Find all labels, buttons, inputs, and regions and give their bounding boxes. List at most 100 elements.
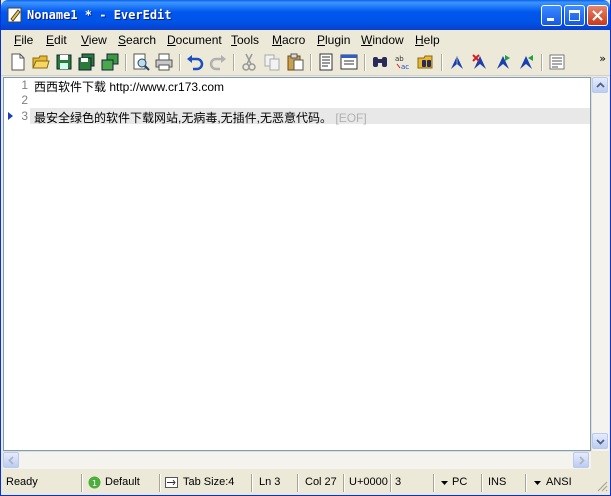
menu-document[interactable]: Document <box>167 33 222 47</box>
svg-text:ab: ab <box>395 55 404 63</box>
menu-plugin[interactable]: Plugin <box>317 33 350 47</box>
cut-icon[interactable] <box>240 53 258 71</box>
toolbar-separator <box>541 54 543 71</box>
toolbar-separator <box>364 54 366 71</box>
chevron-up-icon <box>596 82 605 88</box>
replace-icon[interactable]: abac <box>394 53 412 71</box>
menu-bar: File Edit View Search Document Tools Mac… <box>1 30 610 50</box>
syntax-icon: 1 <box>88 476 101 489</box>
maximize-icon <box>569 10 580 21</box>
text-editor[interactable]: 1 2 3 西西软件下载 http://www.cr173.com 最安全绿色的… <box>3 77 591 451</box>
svg-text:1: 1 <box>92 479 97 488</box>
menu-search[interactable]: Search <box>118 33 156 47</box>
save-icon[interactable] <box>55 53 73 71</box>
tab-icon <box>165 477 178 488</box>
find-icon[interactable] <box>371 53 389 71</box>
print-icon[interactable] <box>155 53 173 71</box>
status-divider <box>343 474 345 492</box>
undo-icon[interactable] <box>186 53 204 71</box>
chevron-left-icon <box>8 456 14 465</box>
menu-help[interactable]: Help <box>415 33 440 47</box>
status-divider <box>297 474 299 492</box>
status-encoding[interactable]: ANSI <box>546 475 572 491</box>
document-icon[interactable] <box>317 53 335 71</box>
menu-macro[interactable]: Macro <box>272 33 305 47</box>
menu-window[interactable]: Window <box>361 33 404 47</box>
menu-view[interactable]: View <box>81 33 107 47</box>
status-divider <box>159 474 161 492</box>
encoding-dropdown-icon <box>534 481 541 485</box>
line-ending-dropdown-icon <box>441 481 448 485</box>
status-line-ending[interactable]: PC <box>452 475 467 491</box>
bookmark-next-icon[interactable] <box>494 53 512 71</box>
minimize-button[interactable] <box>541 5 562 26</box>
status-syntax[interactable]: Default <box>105 475 140 491</box>
chevron-down-icon <box>596 439 605 445</box>
app-window: Noname1 * - EverEdit File Edit View Sear… <box>0 0 611 496</box>
paste-icon[interactable] <box>286 53 304 71</box>
line-number: 2 <box>21 93 28 107</box>
editor-line: 西西软件下载 http://www.cr173.com <box>34 80 225 94</box>
scrollbar-corner <box>591 451 608 468</box>
close-button[interactable] <box>587 5 608 26</box>
redo-icon[interactable] <box>209 53 227 71</box>
status-ready: Ready <box>6 476 38 488</box>
line-number: 3 <box>21 109 28 123</box>
bookmark-prev-icon[interactable] <box>517 53 535 71</box>
app-icon <box>7 7 22 23</box>
status-divider <box>433 474 435 492</box>
new-file-icon[interactable] <box>9 53 27 71</box>
toolbar: ab ac » <box>1 50 610 76</box>
title-bar[interactable]: Noname1 * - EverEdit <box>1 0 610 30</box>
maximize-button[interactable] <box>564 5 585 26</box>
bookmark-clear-icon[interactable] <box>471 53 489 71</box>
toolbar-separator <box>125 54 127 71</box>
bookmark-toggle-icon[interactable] <box>448 53 466 71</box>
scroll-left-button[interactable] <box>3 452 19 468</box>
print-preview-icon[interactable] <box>132 53 150 71</box>
svg-text:ac: ac <box>401 63 409 71</box>
close-icon <box>592 10 603 21</box>
chevron-right-icon <box>579 456 585 465</box>
editor-line-text: 最安全绿色的软件下载网站,无病毒,无插件,无恶意代码。 <box>34 111 333 125</box>
scroll-right-button[interactable] <box>573 452 589 468</box>
size-grip-icon[interactable] <box>596 480 608 492</box>
status-divider <box>525 474 527 492</box>
scroll-down-button[interactable] <box>592 433 608 449</box>
save-all-icon[interactable] <box>78 53 96 71</box>
status-column: Col 27 <box>305 476 337 488</box>
eof-marker: [EOF] <box>335 111 367 125</box>
copy-icon[interactable] <box>263 53 281 71</box>
toolbar-separator <box>179 54 181 71</box>
properties-icon[interactable] <box>340 53 358 71</box>
toolbar-overflow-chevron[interactable]: » <box>599 52 606 65</box>
status-tab-size[interactable]: Tab Size:4 <box>183 475 234 491</box>
toolbar-separator <box>441 54 443 71</box>
status-unicode: U+0000 <box>349 476 388 488</box>
window-title: Noname1 * - EverEdit <box>27 8 172 22</box>
word-wrap-icon[interactable] <box>548 53 566 71</box>
menu-tools[interactable]: Tools <box>231 33 259 47</box>
minimize-icon <box>547 18 554 21</box>
status-bar: Ready 1 Default Tab Size:4 Ln 3 Col 27 U… <box>1 471 610 495</box>
status-divider <box>481 474 483 492</box>
menu-file[interactable]: File <box>14 33 33 47</box>
status-divider <box>251 474 253 492</box>
toolbar-separator <box>310 54 312 71</box>
status-insert-mode[interactable]: INS <box>488 475 506 491</box>
toolbar-separator <box>233 54 235 71</box>
status-line: Ln 3 <box>259 476 281 488</box>
find-in-files-icon[interactable] <box>417 53 435 71</box>
status-divider <box>81 474 83 492</box>
status-divider <box>390 474 392 492</box>
horizontal-scrollbar[interactable] <box>3 451 591 469</box>
copy-window-icon[interactable] <box>101 53 119 71</box>
line-number: 1 <box>21 78 28 92</box>
scroll-up-button[interactable] <box>592 77 608 93</box>
open-folder-icon[interactable] <box>32 53 50 71</box>
line-number-gutter: 1 2 3 <box>4 78 30 450</box>
status-selection: 3 <box>395 476 402 488</box>
menu-edit[interactable]: Edit <box>46 33 67 47</box>
current-line-arrow-icon <box>8 112 13 120</box>
vertical-scrollbar[interactable] <box>591 77 609 451</box>
